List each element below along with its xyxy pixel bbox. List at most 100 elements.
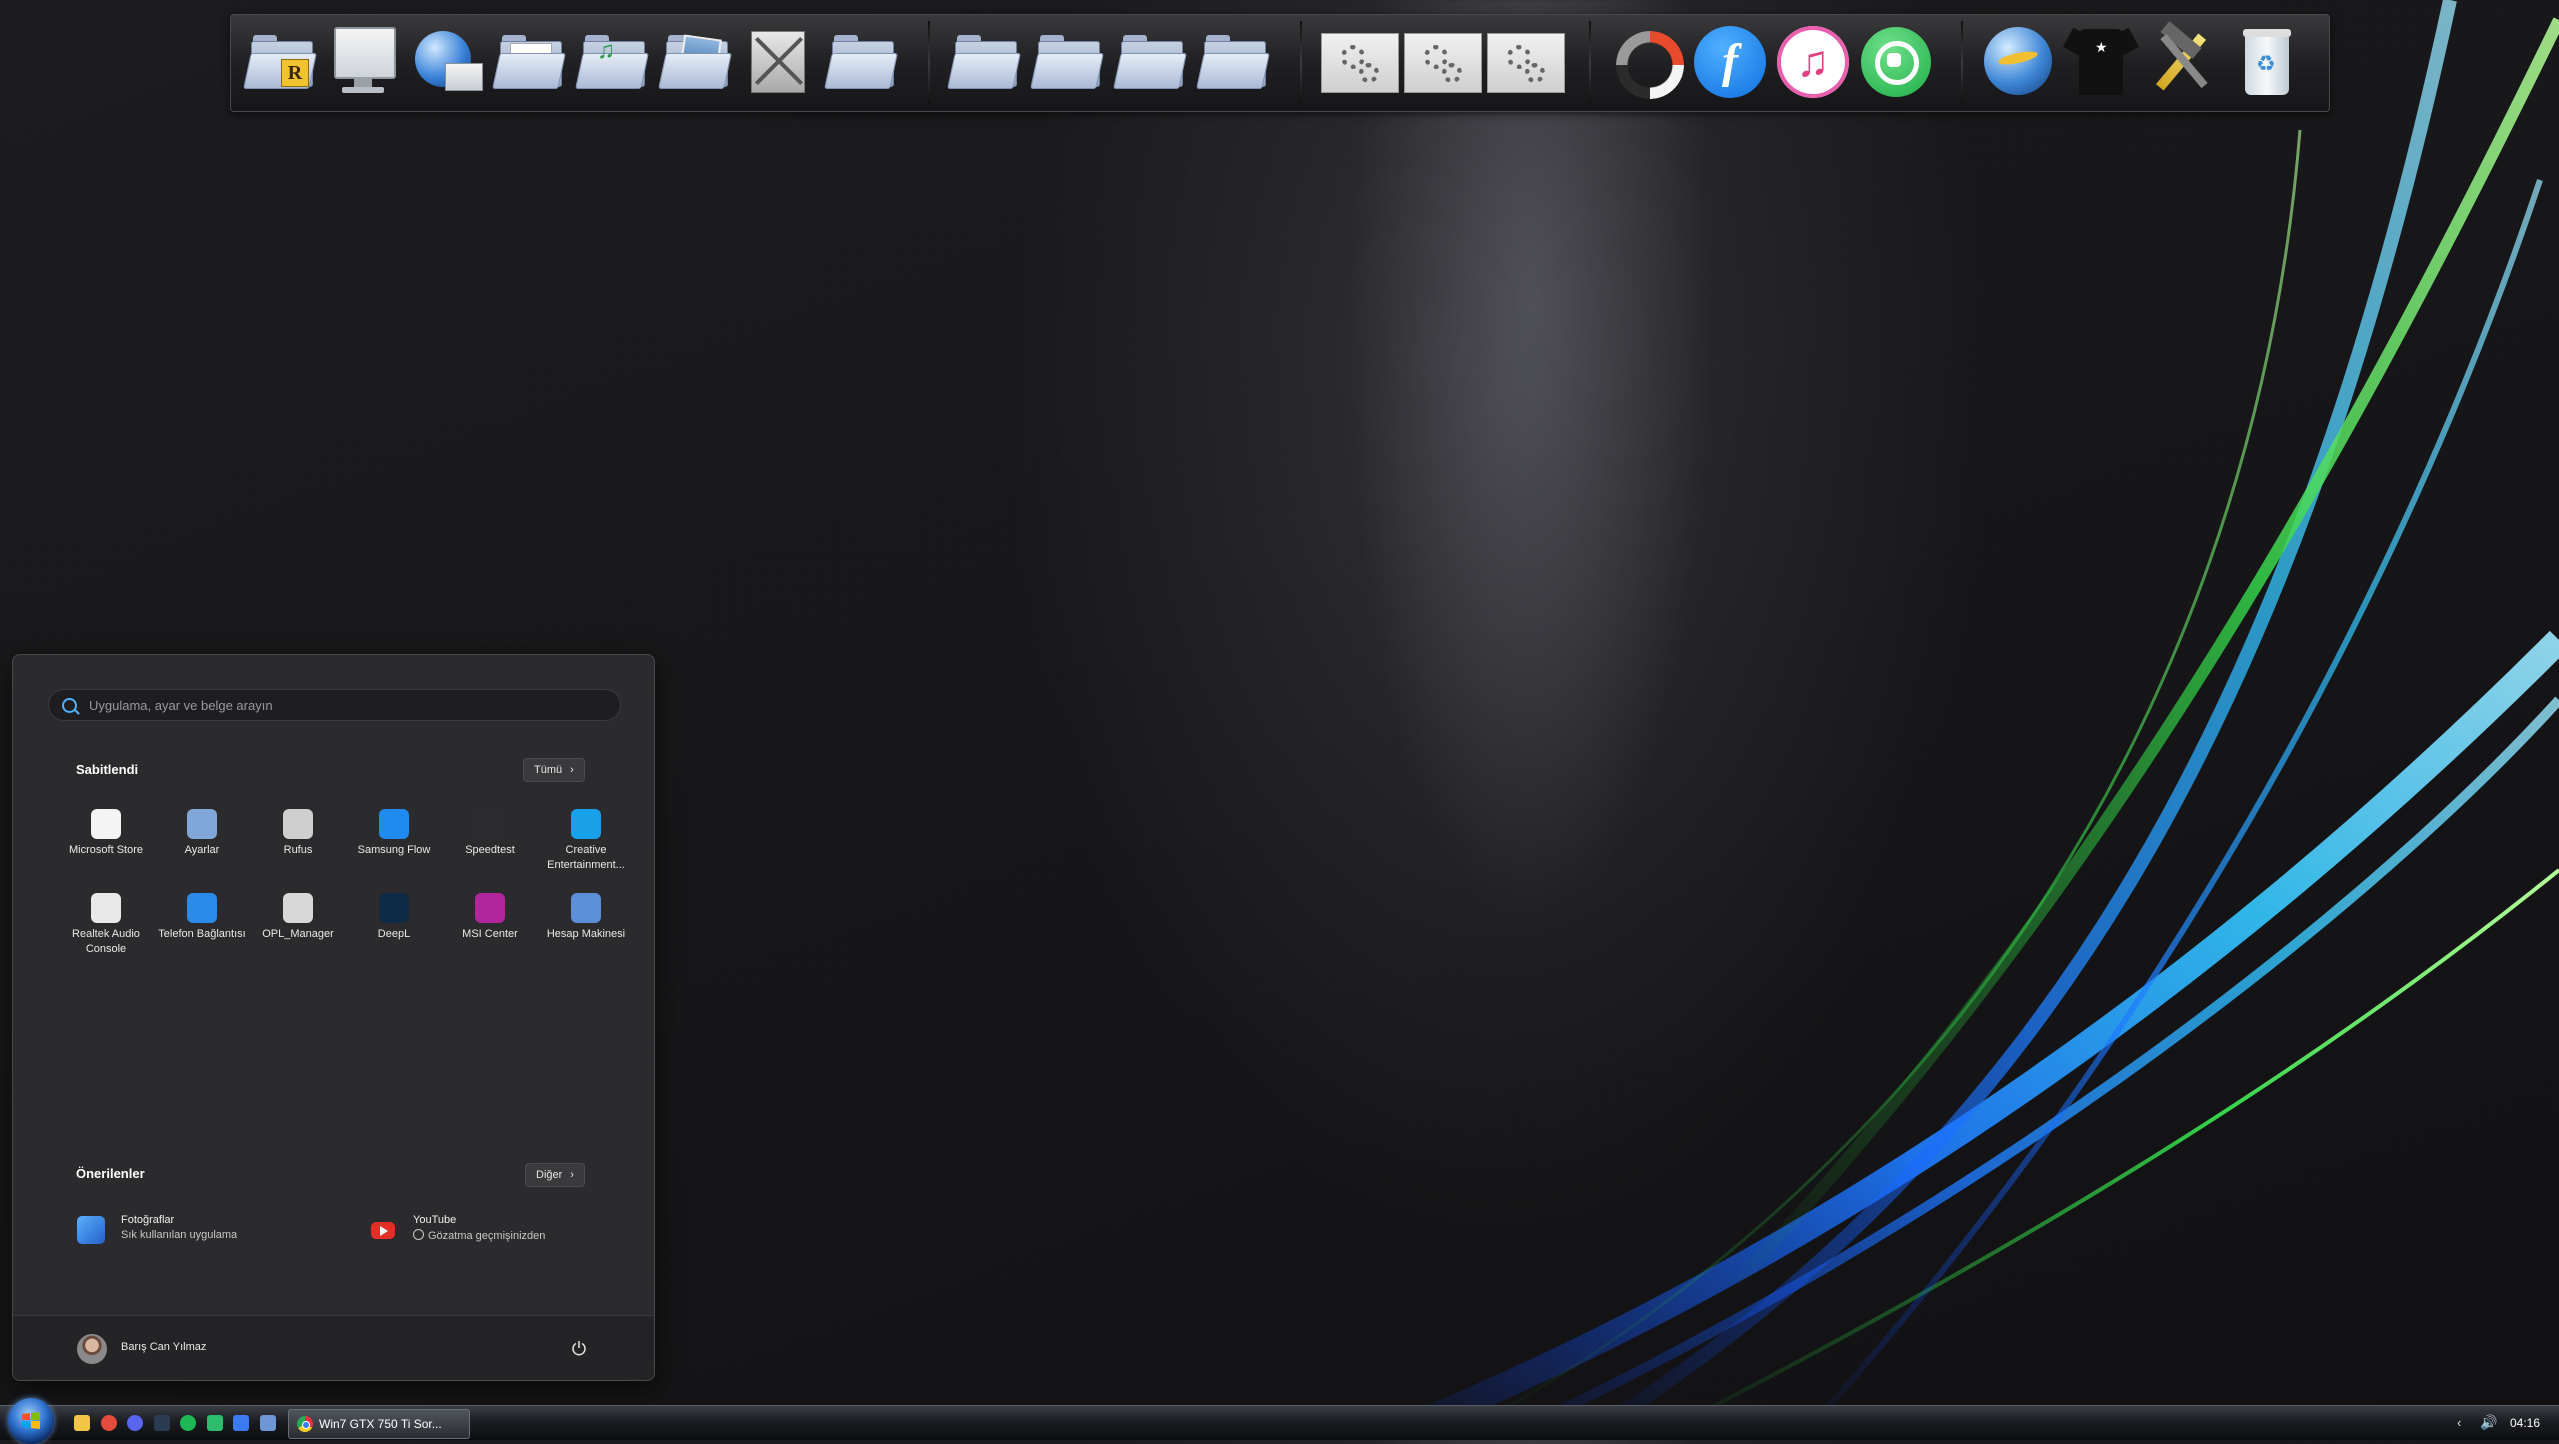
dock-separator [1961,21,1963,105]
pinned-app[interactable]: Ayarlar [154,803,250,883]
whatsapp-icon[interactable] [1857,23,1935,103]
pinned-app-label: Speedtest [465,844,515,856]
samsung-flow-icon [379,809,409,839]
pinned-app[interactable]: OPL_Manager [250,887,346,967]
creative-app-icon [571,809,601,839]
dock-separator [928,21,930,105]
start-orb-button[interactable] [8,1398,54,1444]
recycle-bin-icon[interactable]: ♻ [2229,23,2307,103]
pinned-app[interactable]: MSI Center [442,887,538,967]
chevron-right-icon: › [570,764,574,776]
pinned-app-label: OPL_Manager [262,928,334,940]
chrome-icon [297,1416,313,1432]
recommended-title: YouTube [413,1214,457,1226]
phone-link-icon [187,893,217,923]
all-apps-button[interactable]: Tümü › [523,758,585,782]
recommended-item[interactable]: Fotoğraflar Sık kullanılan uygulama [77,1210,317,1252]
avatar[interactable] [77,1334,107,1364]
dock-separator [1300,21,1302,105]
settings-gear-icon[interactable] [1319,23,1399,103]
youtube-icon [369,1216,397,1244]
pinned-app[interactable]: Telefon Bağlantısı [154,887,250,967]
chrome-icon[interactable] [100,1415,117,1431]
music-folder-icon[interactable]: ♫ [575,23,653,103]
pinned-app[interactable]: Speedtest [442,803,538,883]
recommended-subtitle: Sık kullanılan uygulama [121,1229,238,1241]
dock-separator [1589,21,1591,105]
pinned-app[interactable]: Hesap Makinesi [538,887,634,967]
msi-center-icon [475,893,505,923]
pinned-app[interactable]: Microsoft Store [58,803,154,883]
tshirt-icon[interactable]: ★ [2063,23,2141,103]
photos-icon [77,1216,105,1244]
pictures-folder-icon[interactable] [658,23,736,103]
speedometer-icon [475,809,505,839]
steam-icon[interactable] [153,1415,170,1431]
tools-folder-icon[interactable] [741,23,819,103]
internet-globe-icon[interactable] [1980,23,2058,103]
computer-icon[interactable] [326,23,404,103]
pinned-app-label: DeepL [377,928,411,940]
pinned-app[interactable]: Samsung Flow [346,803,442,883]
recommended-subtitle: Gözatma geçmişinizden [428,1230,546,1242]
folder-icon[interactable] [1030,23,1108,103]
search-icon [62,698,77,713]
pinned-app-label: Microsoft Store [69,844,143,856]
calculator-icon [571,893,601,923]
clock[interactable]: 04:16 [2510,1416,2540,1430]
start-menu: Sabitlendi Tümü › Microsoft Store Ayarlar R… [12,654,655,1381]
usb-drive-icon [283,809,313,839]
desktop-dock: R ♫ f ♫ ★ ♻ [230,14,2330,112]
volume-icon[interactable]: 🔊 [2480,1414,2497,1431]
pinned-app[interactable]: Realtek Audio Console [58,887,154,967]
search-box[interactable] [48,689,621,721]
samsung-flow-icon[interactable]: f [1691,23,1769,103]
recommended-section-title: Önerilenler [76,1166,145,1181]
green-app-icon[interactable] [206,1415,223,1431]
spotify-icon[interactable] [180,1415,196,1431]
pinned-app-label: Realtek Audio Console [72,928,140,955]
pinned-app[interactable]: Rufus [250,803,346,883]
folder-icon[interactable] [1113,23,1191,103]
windows-logo-icon [22,1412,40,1429]
network-globe-icon[interactable] [409,23,487,103]
search-input[interactable] [87,693,611,717]
settings-gear-icon[interactable] [1485,23,1565,103]
chevron-right-icon: › [570,1169,574,1181]
recent-folder-icon[interactable]: R [243,23,321,103]
all-apps-label: Tümü [534,764,563,776]
folder-icon[interactable] [947,23,1025,103]
pinned-app-label: MSI Center [462,928,518,940]
deepl-icon [379,893,409,923]
documents-folder-icon[interactable] [492,23,570,103]
pinned-app-label: Samsung Flow [357,844,431,856]
ring-app-icon[interactable] [1608,23,1686,103]
calculator-icon[interactable] [259,1415,276,1431]
more-button[interactable]: Diğer › [525,1163,585,1187]
settings-gear-icon[interactable] [1402,23,1482,103]
recommended-item[interactable]: YouTube Gözatma geçmişinizden [369,1210,609,1252]
hammer-tools-icon[interactable] [2146,21,2224,103]
pinned-app[interactable]: DeepL [346,887,442,967]
microsoft-store-icon [91,809,121,839]
pinned-app-label: Ayarlar [184,844,220,856]
folder-icon[interactable] [1196,23,1274,103]
power-icon[interactable] [571,1340,587,1356]
chevron-left-icon[interactable]: ‹ [2457,1415,2461,1430]
history-icon [413,1229,424,1240]
discord-icon[interactable] [127,1415,143,1431]
pinned-app[interactable]: Creative Entertainment... [538,803,634,883]
itunes-music-icon[interactable]: ♫ [1774,23,1852,103]
taskbar-active-task[interactable]: Win7 GTX 750 Ti Sor... [288,1409,470,1439]
pinned-app-label: Creative Entertainment... [547,844,625,871]
pinned-app-label: Telefon Bağlantısı [158,928,246,940]
recommended-subtitle-row: Gözatma geçmişinizden [413,1229,545,1242]
blue-app-icon[interactable] [233,1415,249,1431]
pinned-app-label: Hesap Makinesi [546,928,626,940]
file-explorer-icon[interactable] [74,1415,90,1431]
settings-icon [187,809,217,839]
user-name[interactable]: Barış Can Yılmaz [121,1341,206,1353]
folder-icon[interactable] [824,23,902,103]
audio-knob-icon [91,893,121,923]
user-bar: Barış Can Yılmaz [13,1315,654,1380]
